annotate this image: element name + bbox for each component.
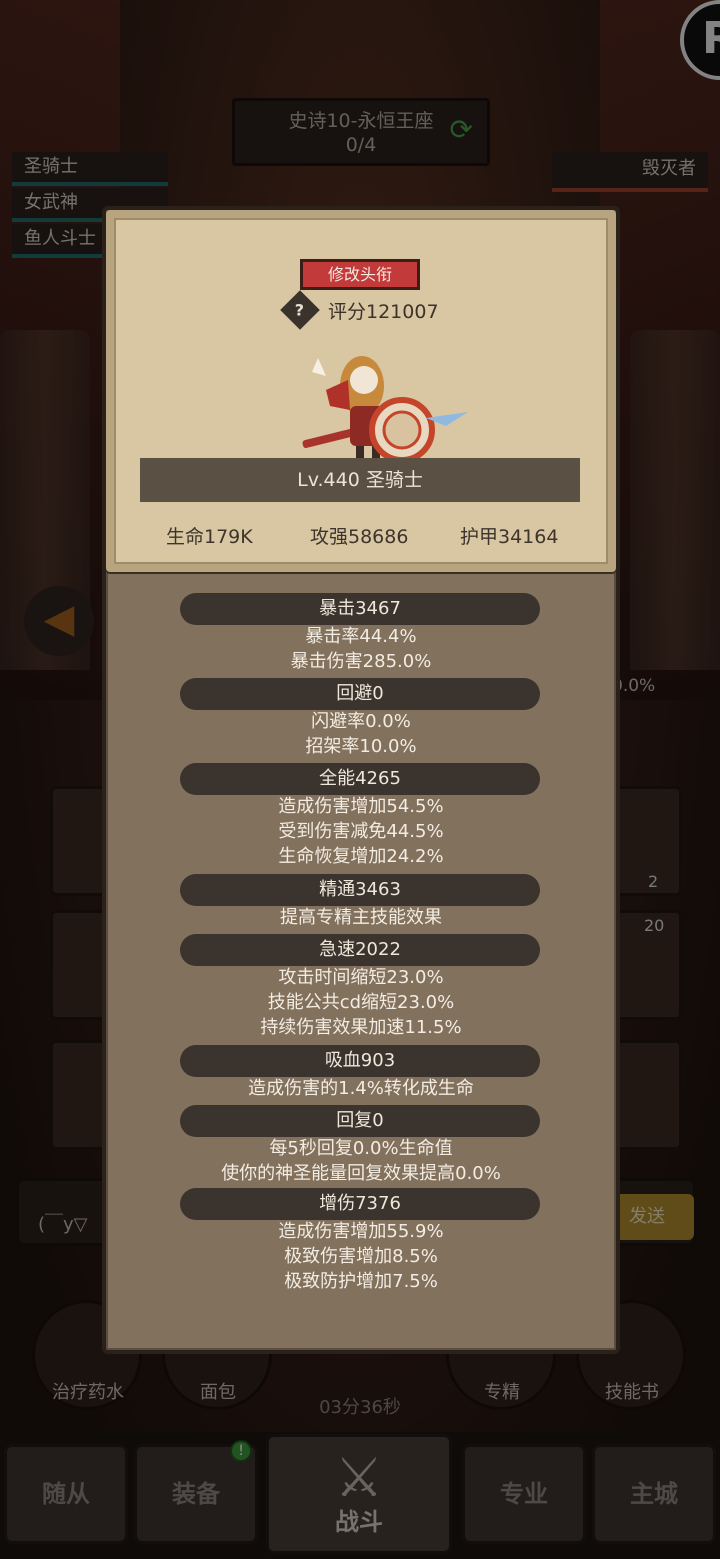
lifesteal-line: 造成伤害的1.4%转化成生命 — [248, 1078, 474, 1099]
damage-bonus-line: 极致防护增加7.5% — [284, 1271, 438, 1292]
crit-line: 暴击率44.4% — [305, 626, 417, 647]
damage-bonus-header: 增伤7376 — [180, 1188, 540, 1220]
crit-header: 暴击3467 — [180, 593, 540, 625]
level-class-bar: Lv.440 圣骑士 — [140, 458, 580, 502]
armor-stat: 护甲34164 — [460, 526, 559, 548]
paladin-character-sprite — [302, 356, 468, 466]
score-value: 评分121007 — [328, 300, 439, 323]
evasion-header: 回避0 — [180, 678, 540, 710]
versatility-line: 受到伤害减免44.5% — [278, 821, 444, 842]
regen-line: 使你的神圣能量回复效果提高0.0% — [221, 1163, 501, 1184]
score-row: ? 评分121007 — [280, 290, 439, 330]
evasion-line: 闪避率0.0% — [311, 711, 411, 732]
mastery-header: 精通3463 — [180, 874, 540, 906]
mastery-line: 提高专精主技能效果 — [280, 907, 442, 928]
lifesteal-header: 吸血903 — [180, 1045, 540, 1077]
regen-line: 每5秒回复0.0%生命值 — [269, 1138, 453, 1159]
haste-header: 急速2022 — [180, 934, 540, 966]
haste-line: 持续伤害效果加速11.5% — [260, 1017, 462, 1038]
evasion-line: 招架率10.0% — [305, 736, 417, 757]
rename-title-button[interactable]: 修改头衔 — [300, 259, 420, 290]
damage-bonus-line: 造成伤害增加55.9% — [278, 1221, 444, 1242]
versatility-line: 造成伤害增加54.5% — [278, 796, 444, 817]
crit-line: 暴击伤害285.0% — [290, 651, 432, 672]
damage-bonus-line: 极致伤害增加8.5% — [284, 1246, 438, 1267]
versatility-line: 生命恢复增加24.2% — [278, 846, 444, 867]
regen-header: 回复0 — [180, 1105, 540, 1137]
versatility-header: 全能4265 — [180, 763, 540, 795]
hp-stat: 生命179K — [166, 526, 253, 548]
attack-stat: 攻强58686 — [310, 526, 409, 548]
haste-line: 攻击时间缩短23.0% — [278, 967, 444, 988]
help-icon[interactable]: ? — [280, 290, 320, 330]
haste-line: 技能公共cd缩短23.0% — [267, 992, 455, 1013]
